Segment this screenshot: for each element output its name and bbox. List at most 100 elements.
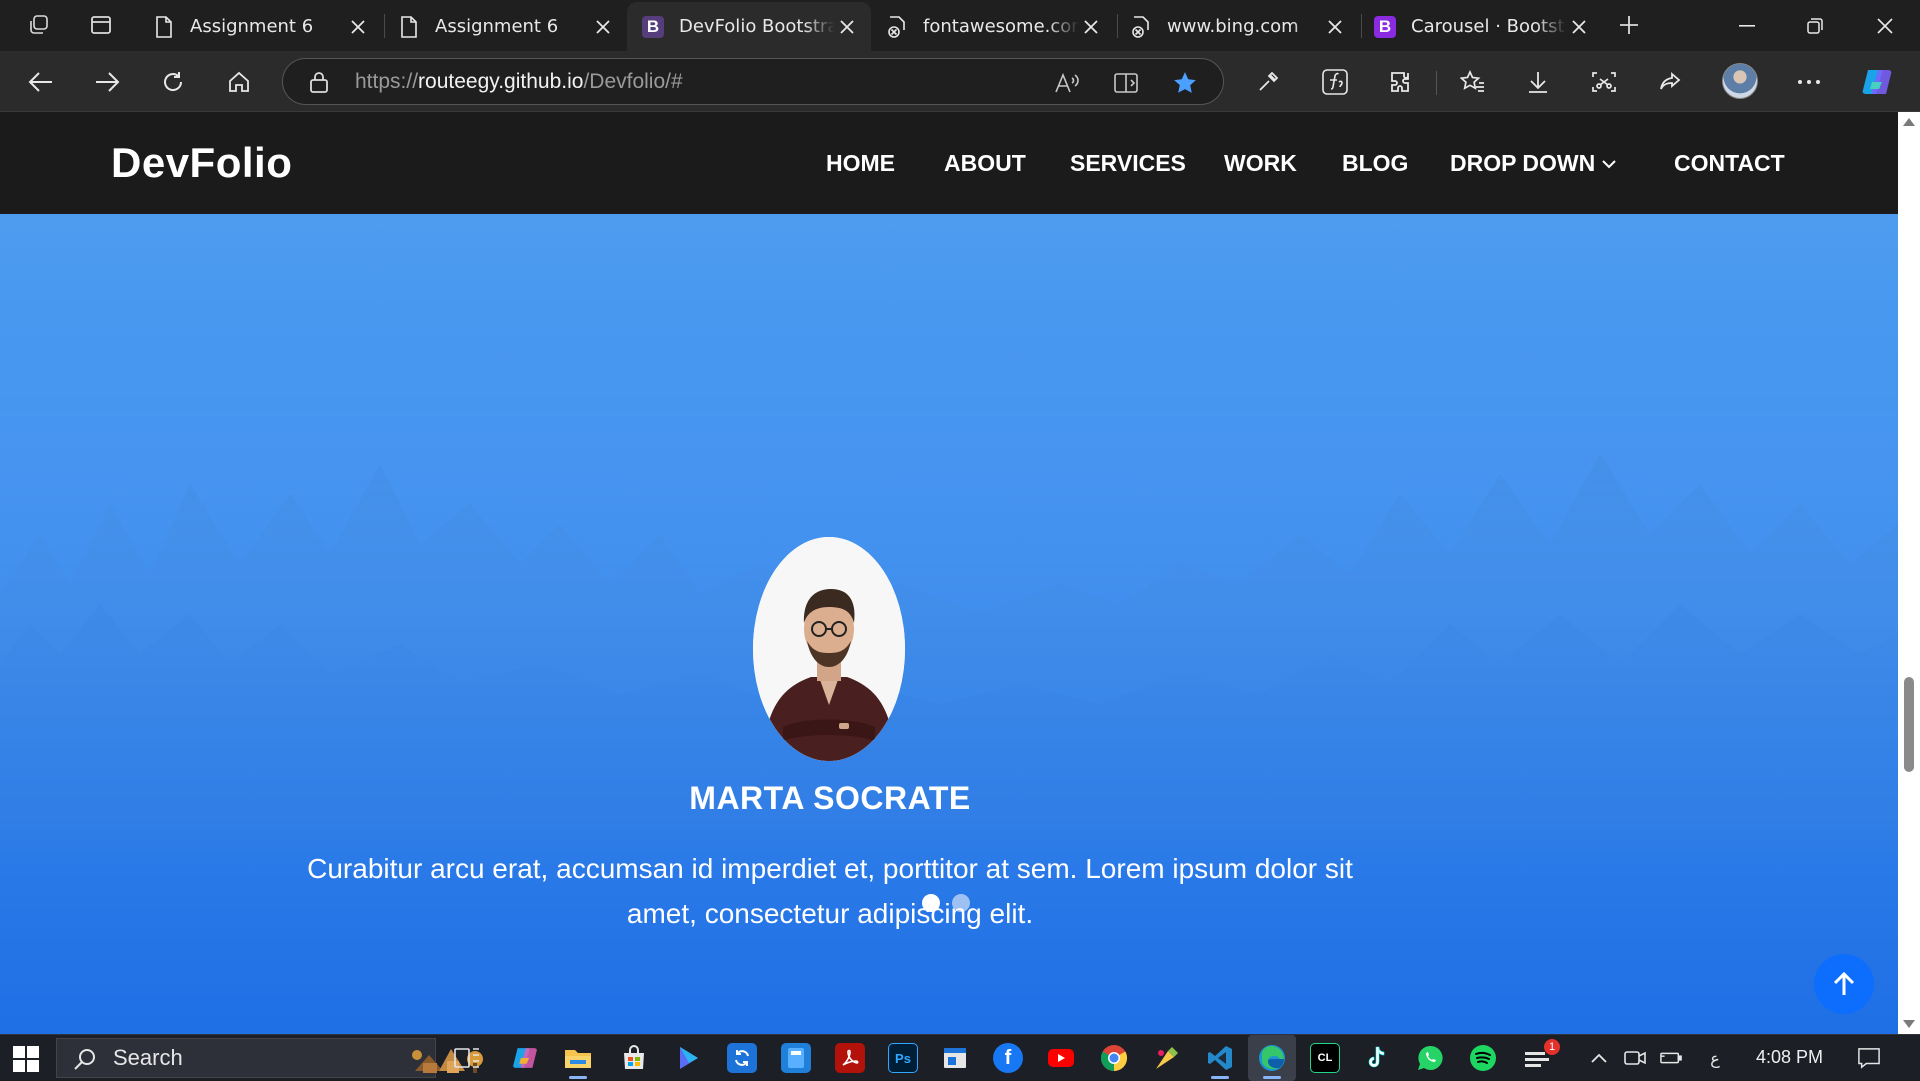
facebook-icon[interactable]: f — [993, 1043, 1023, 1073]
testimonial-quote: Curabitur arcu erat, accumsan id imperdi… — [307, 853, 1353, 929]
scroll-up-arrow-icon[interactable] — [1903, 116, 1915, 128]
read-aloud-icon[interactable] — [1053, 69, 1081, 97]
chrome-icon[interactable] — [1099, 1043, 1129, 1073]
taskbar-clock[interactable]: 4:08 PM — [1756, 1047, 1823, 1068]
profile-avatar[interactable] — [1722, 63, 1758, 99]
bootstrap-b-icon: B — [1373, 15, 1397, 39]
nav-link-dropdown[interactable]: DROP DOWN — [1450, 150, 1617, 177]
blocked-page-icon — [1129, 15, 1153, 39]
favorite-star-icon[interactable] — [1171, 69, 1199, 97]
copilot-icon[interactable] — [510, 1043, 540, 1073]
extensions-icon[interactable] — [1382, 63, 1420, 101]
lock-icon[interactable] — [309, 71, 329, 97]
share-icon[interactable] — [1651, 63, 1689, 101]
nav-link-services[interactable]: SERVICES — [1070, 150, 1186, 177]
battery-icon[interactable] — [1660, 1047, 1682, 1069]
url-text[interactable]: https://routeegy.github.io/Devfolio/# — [355, 70, 683, 94]
color-picker-extension-icon[interactable] — [1249, 63, 1287, 101]
notification-badge: 1 — [1544, 1039, 1560, 1055]
tiktok-icon[interactable] — [1362, 1043, 1392, 1073]
paint-icon[interactable] — [1152, 1043, 1182, 1073]
address-bar[interactable]: https://routeegy.github.io/Devfolio/# — [282, 58, 1224, 105]
notification-center-icon[interactable] — [1858, 1047, 1880, 1069]
close-icon[interactable] — [346, 15, 370, 39]
restore-icon[interactable] — [1782, 0, 1848, 51]
back-to-top-button[interactable] — [1814, 954, 1874, 1014]
site-brand-logo[interactable]: DevFolio — [111, 139, 292, 187]
nav-link-work[interactable]: WORK — [1224, 150, 1297, 177]
back-icon[interactable] — [22, 63, 60, 101]
close-icon[interactable] — [591, 15, 615, 39]
windows-taskbar: Search Ps f CL 1 ع 4:08 PM — [0, 1034, 1920, 1081]
vscode-icon[interactable] — [1205, 1043, 1235, 1079]
nav-link-home[interactable]: HOME — [826, 150, 895, 177]
search-icon — [73, 1047, 97, 1075]
browser-tab[interactable]: Assignment 6 — [138, 2, 382, 51]
window-app-icon[interactable] — [940, 1043, 970, 1073]
taskbar-search-box[interactable]: Search — [56, 1038, 483, 1078]
refresh-icon[interactable] — [154, 63, 192, 101]
carousel-indicators — [922, 894, 970, 912]
close-icon[interactable] — [835, 15, 859, 39]
screenshot-icon[interactable] — [1585, 63, 1623, 101]
spotify-icon[interactable] — [1468, 1043, 1498, 1073]
acrobat-icon[interactable] — [835, 1043, 865, 1073]
workspaces-icon[interactable] — [22, 8, 56, 42]
forward-icon[interactable] — [88, 63, 126, 101]
browser-tab-strip: Assignment 6 Assignment 6 B DevFolio Boo… — [0, 0, 1920, 51]
media-player-icon[interactable] — [673, 1043, 703, 1073]
nav-link-about[interactable]: ABOUT — [944, 150, 1026, 177]
browser-tab[interactable]: www.bing.com — [1115, 2, 1359, 51]
browser-tab-active[interactable]: B DevFolio Bootstrap — [627, 2, 871, 51]
scroll-down-arrow-icon[interactable] — [1903, 1018, 1915, 1030]
browser-tab[interactable]: B Carousel · Bootstrap — [1359, 2, 1603, 51]
page-scrollbar[interactable] — [1898, 112, 1920, 1034]
carousel-indicator-1[interactable] — [922, 894, 940, 912]
vertical-tabs-icon[interactable] — [84, 8, 118, 42]
site-navbar: DevFolio HOME ABOUT SERVICES WORK BLOG D… — [0, 112, 1898, 214]
photoshop-icon[interactable]: Ps — [888, 1043, 918, 1073]
minimize-icon[interactable] — [1714, 0, 1780, 51]
testimonial-author-name: MARTA SOCRATE — [689, 780, 971, 816]
edge-icon[interactable] — [1257, 1043, 1287, 1079]
carousel-indicator-2[interactable] — [952, 894, 970, 912]
bootstrap-b-icon: B — [641, 15, 665, 39]
tab-title: DevFolio Bootstrap — [679, 16, 835, 37]
task-view-icon[interactable] — [452, 1043, 482, 1073]
show-hidden-icons-chevron-icon[interactable] — [1588, 1047, 1610, 1069]
close-icon[interactable] — [1079, 15, 1103, 39]
more-menu-icon[interactable] — [1790, 63, 1828, 101]
chevron-down-icon — [1601, 159, 1617, 169]
browser-tab[interactable]: fontawesome.com — [871, 2, 1115, 51]
font-extension-icon[interactable] — [1316, 63, 1354, 101]
blocked-page-icon — [885, 15, 909, 39]
close-icon[interactable] — [1323, 15, 1347, 39]
close-window-icon[interactable] — [1852, 0, 1918, 51]
microsoft-store-icon[interactable] — [619, 1043, 649, 1073]
favorites-icon[interactable] — [1454, 63, 1492, 101]
nav-dropdown-label: DROP DOWN — [1450, 150, 1596, 176]
calculator-icon[interactable] — [781, 1043, 811, 1073]
tab-title: fontawesome.com — [923, 16, 1079, 37]
input-language-indicator[interactable]: ع — [1704, 1047, 1726, 1069]
file-explorer-icon[interactable] — [563, 1043, 593, 1079]
clion-icon[interactable]: CL — [1310, 1043, 1340, 1073]
whatsapp-icon[interactable] — [1415, 1043, 1445, 1073]
nav-link-blog[interactable]: BLOG — [1342, 150, 1408, 177]
browser-tab[interactable]: Assignment 6 — [383, 2, 627, 51]
nav-link-contact[interactable]: CONTACT — [1674, 150, 1785, 177]
home-icon[interactable] — [220, 63, 258, 101]
meet-now-icon[interactable] — [1624, 1047, 1646, 1069]
toolbar-divider — [1436, 71, 1437, 95]
close-icon[interactable] — [1567, 15, 1591, 39]
new-tab-icon[interactable] — [1612, 8, 1646, 42]
downloads-icon[interactable] — [1519, 63, 1557, 101]
sync-app-icon[interactable] — [727, 1043, 757, 1073]
scrollbar-thumb[interactable] — [1904, 677, 1914, 772]
forest-background-image — [0, 334, 1898, 854]
youtube-icon[interactable] — [1046, 1043, 1076, 1073]
windows-start-icon[interactable] — [12, 1045, 40, 1073]
tab-title: Assignment 6 — [435, 16, 559, 37]
immersive-reader-icon[interactable] — [1113, 69, 1141, 97]
copilot-icon[interactable] — [1858, 63, 1896, 101]
